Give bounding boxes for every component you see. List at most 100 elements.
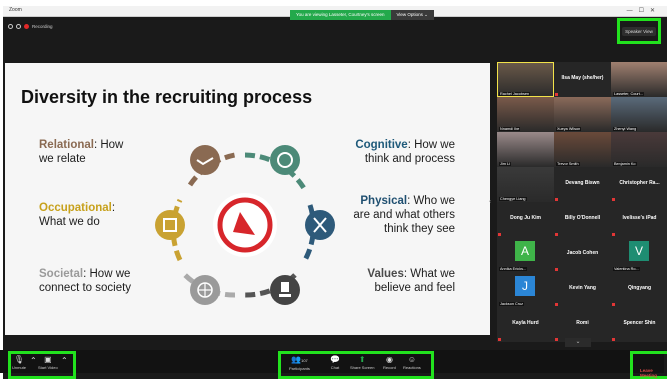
recording-dot-icon	[24, 24, 29, 29]
physical-key: Physical	[360, 195, 408, 207]
record-icon: ◉	[385, 355, 393, 364]
participant-tile[interactable]: Devang Biswn	[554, 167, 611, 202]
shared-slide: Diversity in the recruiting process Rela…	[5, 63, 490, 335]
participant-avatar: A	[515, 241, 535, 261]
diversity-cycle-diagram	[155, 145, 335, 305]
participant-avatar: V	[629, 241, 649, 261]
participant-tile[interactable]: Nnamdi Ibe	[497, 97, 554, 132]
participant-gallery: Rachel Jacobsen Ilsa May (she/her) Lassete…	[494, 61, 667, 342]
participant-tile[interactable]: Qingyang	[611, 272, 667, 307]
participant-name: Kayla Hurd	[512, 320, 539, 326]
participant-name: Lasseter, Court...	[613, 92, 644, 96]
unmute-button[interactable]: 🎙 Unmute	[12, 355, 26, 370]
record-label: Record	[383, 365, 396, 370]
app-title: Zoom	[9, 7, 22, 13]
participant-tile[interactable]: Benjamin Ko	[611, 132, 667, 167]
participant-name: Devang Biswn	[565, 180, 600, 186]
participant-name: Ilsa May (she/her)	[561, 75, 604, 81]
participant-tile[interactable]: Kayla Hurd	[497, 307, 554, 342]
record-button[interactable]: ◉ Record	[383, 355, 396, 370]
participant-tile[interactable]: Spencer Shin	[611, 307, 667, 342]
relational-key: Relational	[39, 139, 94, 151]
viewing-screen-text: You are viewing Lasseter, Courtney's scr…	[290, 10, 391, 20]
participant-tile[interactable]: Lasseter, Court...	[611, 62, 667, 97]
values-text: Values: What we believe and feel	[367, 268, 455, 294]
societal-text: Societal: How we connect to society	[39, 268, 132, 294]
chat-button[interactable]: 💬 Chat	[330, 355, 340, 370]
muted-mic-icon	[555, 233, 558, 236]
participant-tile[interactable]: Ivelisse's iPad	[611, 202, 667, 237]
participant-name: Valentina Ro...	[613, 267, 640, 271]
share-screen-button[interactable]: ⬆ Share Screen	[350, 355, 374, 370]
start-video-label: Start Video	[38, 365, 58, 370]
participant-name: Billy O'Donnell	[564, 215, 601, 221]
occupational-text: Occupational: What we do	[39, 202, 116, 228]
participant-name: Trevor Smith	[556, 162, 580, 166]
unmute-label: Unmute	[12, 365, 27, 370]
participant-tile[interactable]: Jim Li	[497, 132, 554, 167]
audio-options-caret[interactable]: ⌃	[30, 356, 37, 366]
muted-mic-icon	[612, 198, 615, 201]
participants-button[interactable]: 👥107 Participants	[289, 355, 310, 371]
microphone-muted-icon: 🎙	[13, 355, 25, 364]
participant-name: Romi	[576, 320, 589, 326]
minimize-icon[interactable]: —	[627, 8, 639, 14]
participant-tile[interactable]: Ilsa May (she/her)	[554, 62, 611, 97]
cognitive-brain-icon	[270, 145, 300, 175]
societal-globe-icon	[190, 275, 220, 305]
speaker-view-button[interactable]: Speaker View	[622, 26, 656, 36]
participant-name: Xueya Wilson	[556, 127, 582, 131]
muted-mic-icon	[555, 198, 558, 201]
start-video-button[interactable]: ▣ Start Video	[38, 355, 58, 370]
participant-name: Christopher Ra...	[619, 180, 660, 186]
values-trophy-icon	[270, 275, 300, 305]
participant-name: Jim Li	[499, 162, 511, 166]
participant-tile[interactable]: Jacob Cohen	[554, 237, 611, 272]
muted-mic-icon	[498, 233, 501, 236]
participant-tile[interactable]: J Jackson Cruz	[497, 272, 554, 307]
info-icon[interactable]	[8, 24, 13, 29]
participant-name: Ivelisse's iPad	[622, 215, 657, 221]
speaker-view-highlight: Speaker View	[617, 18, 661, 44]
muted-mic-icon	[555, 303, 558, 306]
participant-tile[interactable]: Kevin Yang	[554, 272, 611, 307]
participant-tile[interactable]: V Valentina Ro...	[611, 237, 667, 272]
chat-label: Chat	[330, 365, 340, 370]
participant-tile[interactable]: Rachel Jacobsen	[497, 62, 554, 97]
muted-mic-icon	[555, 268, 558, 271]
gallery-scroll-down-button[interactable]: ⌄	[565, 338, 591, 347]
participant-tile[interactable]: Xueya Wilson	[554, 97, 611, 132]
physical-text: Physical: Who we are and what others think…	[353, 195, 455, 235]
participant-tile[interactable]: Billy O'Donnell	[554, 202, 611, 237]
video-options-caret[interactable]: ⌃	[61, 356, 68, 366]
screen-share-banner: You are viewing Lasseter, Courtney's scr…	[290, 10, 434, 20]
participant-tile[interactable]: Chengye Liang	[497, 167, 554, 202]
participant-name: Jackson Cruz	[499, 302, 525, 306]
participant-name: Benjamin Ko	[613, 162, 637, 166]
collapse-arrow-icon[interactable]: ‹	[489, 199, 493, 207]
relational-text: Relational: How we relate	[39, 139, 124, 165]
slide-title: Diversity in the recruiting process	[21, 87, 313, 107]
participant-tile[interactable]: Romi	[554, 307, 611, 342]
participant-tile[interactable]: Dong Ju Kim	[497, 202, 554, 237]
reactions-button[interactable]: ☺ Reactions	[403, 355, 421, 370]
close-icon[interactable]: ✕	[650, 8, 661, 14]
participant-name: Zhenyi Wang	[613, 127, 638, 131]
reactions-label: Reactions	[403, 365, 421, 370]
participant-name: Qingyang	[627, 285, 652, 291]
participant-tile[interactable]: Trevor Smith	[554, 132, 611, 167]
participants-icon: 👥107	[291, 355, 308, 364]
leave-meeting-button[interactable]: Leave Meeting	[640, 368, 667, 378]
window-controls[interactable]: —☐✕	[627, 7, 661, 14]
participant-name: Chengye Liang	[499, 197, 527, 201]
maximize-icon[interactable]: ☐	[639, 8, 650, 14]
societal-key: Societal	[39, 268, 84, 280]
view-options-button[interactable]: View Options ⌄	[390, 10, 434, 20]
security-shield-icon[interactable]	[16, 24, 21, 29]
occupational-puzzle-icon	[155, 210, 185, 240]
participant-name: Kevin Yang	[569, 285, 596, 291]
participant-tile[interactable]: Zhenyi Wang	[611, 97, 667, 132]
participant-tile[interactable]: A Annika Ericks...	[497, 237, 554, 272]
participant-name: Nnamdi Ibe	[499, 127, 521, 131]
participant-tile[interactable]: Christopher Ra...	[611, 167, 667, 202]
